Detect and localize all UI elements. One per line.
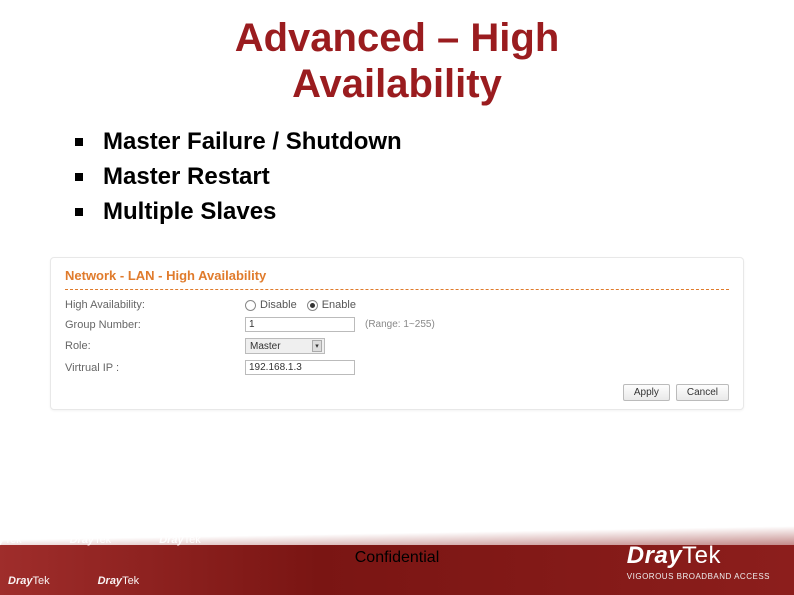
bullet-list: Master Failure / Shutdown Master Restart… [75, 125, 794, 229]
cancel-button[interactable]: Cancel [676, 384, 729, 401]
label-group-number: Group Number: [65, 319, 245, 331]
panel-actions: Apply Cancel [51, 378, 743, 401]
row-high-availability: High Availability: Disable Enable [51, 296, 743, 314]
input-group-number[interactable]: 1 [245, 317, 355, 332]
bullet-item: Multiple Slaves [75, 195, 794, 230]
slide-title: Advanced – High Availability [0, 0, 794, 107]
brand-logo-small: DrayTek [70, 534, 112, 546]
title-line-1: Advanced – High [0, 15, 794, 61]
brand-logo-large: DrayTek VIGOROUS BROADBAND ACCESS [627, 542, 770, 581]
radio-label: Disable [260, 299, 297, 311]
radio-icon [307, 300, 318, 311]
radio-icon [245, 300, 256, 311]
select-value: Master [250, 341, 281, 352]
footer: DrayTek DrayTek DrayTek DrayTek DrayTek … [0, 525, 794, 595]
bullet-item: Master Restart [75, 160, 794, 195]
brand-tagline: VIGOROUS BROADBAND ACCESS [627, 572, 770, 581]
logo-strip-lower: DrayTek DrayTek [0, 573, 220, 589]
brand-logo-small: DrayTek [8, 575, 50, 587]
apply-button[interactable]: Apply [623, 384, 670, 401]
label-high-availability: High Availability: [65, 299, 245, 311]
row-group-number: Group Number: 1 (Range: 1~255) [51, 314, 743, 335]
hint-group-range: (Range: 1~255) [365, 319, 435, 330]
row-role: Role: Master ▾ [51, 335, 743, 357]
config-panel: Network - LAN - High Availability High A… [50, 257, 744, 410]
logo-strip-upper: DrayTek DrayTek DrayTek [0, 531, 360, 549]
row-virtual-ip: Virtrual IP : 192.168.1.3 [51, 357, 743, 378]
label-role: Role: [65, 340, 245, 352]
brand-logo-small: DrayTek [0, 534, 22, 546]
brand-logo-small: DrayTek [159, 534, 201, 546]
panel-breadcrumb: Network - LAN - High Availability [51, 258, 743, 289]
title-line-2: Availability [0, 61, 794, 107]
input-virtual-ip[interactable]: 192.168.1.3 [245, 360, 355, 375]
brand-logo-small: DrayTek [98, 575, 140, 587]
select-role[interactable]: Master ▾ [245, 338, 325, 354]
divider [65, 289, 729, 290]
radio-enable[interactable]: Enable [307, 299, 356, 311]
radio-disable[interactable]: Disable [245, 299, 297, 311]
bullet-item: Master Failure / Shutdown [75, 125, 794, 160]
radio-label: Enable [322, 299, 356, 311]
chevron-down-icon: ▾ [312, 340, 322, 352]
label-virtual-ip: Virtrual IP : [65, 362, 245, 374]
